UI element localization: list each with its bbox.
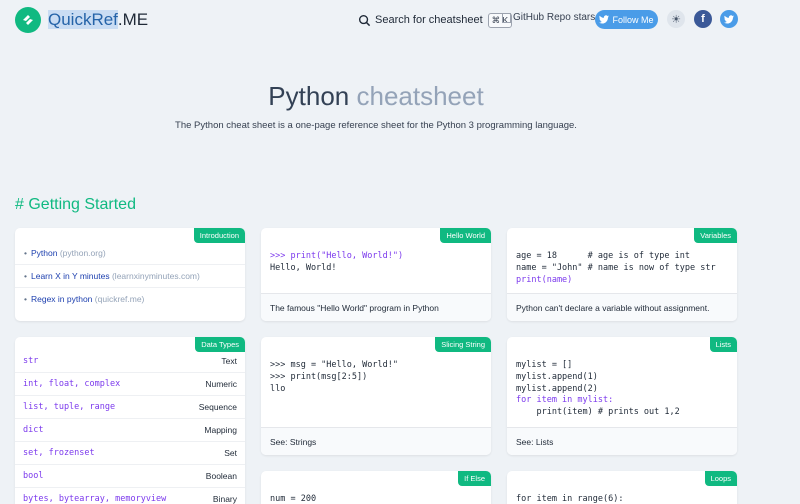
card-tag[interactable]: Variables <box>694 228 737 243</box>
card-footer[interactable]: See: Lists <box>507 427 737 455</box>
card-tag[interactable]: Introduction <box>193 228 245 243</box>
broken-image-icon <box>502 12 511 23</box>
card-tag[interactable]: If Else <box>458 471 491 486</box>
twitter-button[interactable] <box>720 10 738 28</box>
card-introduction: Introduction • Python (python.org) • Learn… <box>15 228 245 321</box>
table-row: bool Boolean <box>15 465 245 488</box>
table-row: int, float, complex Numeric <box>15 373 245 396</box>
sun-icon: ☀ <box>671 13 681 26</box>
link-python[interactable]: • Python (python.org) <box>15 242 245 265</box>
table-row: str Text <box>15 350 245 373</box>
brand-name-suffix: .ME <box>117 10 149 29</box>
card-tag[interactable]: Hello World <box>440 228 491 243</box>
github-stars-alt: GitHub Repo stars <box>513 12 596 23</box>
code-block: for item in range(6): <box>516 494 624 504</box>
top-header: QuickRef.ME Search for cheatsheet ⌘ K Gi… <box>0 0 800 40</box>
card-footer: Python can't declare a variable without … <box>507 293 737 321</box>
github-stars-badge[interactable]: GitHub Repo stars <box>502 12 595 23</box>
facebook-button[interactable]: f <box>694 10 712 28</box>
code-block: >>> print("Hello, World!") Hello, World! <box>270 251 404 273</box>
twitter-bird-icon <box>599 15 610 24</box>
card-footer[interactable]: See: Strings <box>261 427 491 455</box>
card-if-else: If Else num = 200 <box>261 471 491 504</box>
page-title: Python cheatsheet <box>0 81 752 112</box>
data-types-table: str Text int, float, complex Numeric list,… <box>15 350 245 504</box>
link-text: Python <box>30 248 58 258</box>
table-row: list, tuple, range Sequence <box>15 396 245 419</box>
page-title-main: Python <box>268 81 350 111</box>
card-tag[interactable]: Loops <box>704 471 737 486</box>
code-block: >>> msg = "Hello, World!" >>> print(msg[… <box>270 360 398 394</box>
card-hello-world: Hello World >>> print("Hello, World!") H… <box>261 228 491 321</box>
twitter-icon <box>724 14 734 24</box>
search-label: Search for cheatsheet <box>375 14 483 26</box>
search-button[interactable]: Search for cheatsheet ⌘ K <box>358 11 513 29</box>
section-title-getting-started[interactable]: # Getting Started <box>15 196 136 214</box>
card-tag[interactable]: Lists <box>709 337 737 352</box>
page-title-light: cheatsheet <box>356 81 484 111</box>
link-regex-python[interactable]: • Regex in python (quickref.me) <box>15 288 245 311</box>
table-row: bytes, bytearray, memoryview Binary <box>15 488 245 504</box>
link-hint: (quickref.me) <box>94 294 145 304</box>
card-loops: Loops for item in range(6): <box>507 471 737 504</box>
page-description: The Python cheat sheet is a one-page ref… <box>175 120 577 131</box>
link-hint: (learnxinyminutes.com) <box>111 271 200 281</box>
card-lists: Lists mylist = [] mylist.append(1) mylis… <box>507 337 737 455</box>
card-tag[interactable]: Slicing String <box>435 337 491 352</box>
card-variables: Variables age = 18 # age is of type int … <box>507 228 737 321</box>
follow-me-label: Follow Me <box>612 14 654 25</box>
link-learnxinyminutes[interactable]: • Learn X in Y minutes (learnxinyminutes.… <box>15 265 245 288</box>
link-text: Learn X in Y minutes <box>30 271 110 281</box>
follow-me-button[interactable]: Follow Me <box>595 10 658 29</box>
brand-name[interactable]: QuickRef.ME <box>48 10 148 30</box>
card-data-types: Data Types str Text int, float, complex Nu… <box>15 337 245 504</box>
theme-toggle-button[interactable]: ☀ <box>667 10 685 28</box>
code-block: num = 200 <box>270 494 317 504</box>
quickref-logo-icon[interactable] <box>15 7 41 33</box>
code-block: age = 18 # age is of type int name = "Jo… <box>516 251 716 285</box>
code-block: mylist = [] mylist.append(1) mylist.appe… <box>516 360 680 418</box>
brand-name-highlight: QuickRef <box>48 10 118 29</box>
link-text: Regex in python <box>30 294 93 304</box>
link-list: • Python (python.org) • Learn X in Y minut… <box>15 242 245 311</box>
card-slicing-string: Slicing String >>> msg = "Hello, World!"… <box>261 337 491 455</box>
table-row: set, frozenset Set <box>15 442 245 465</box>
table-row: dict Mapping <box>15 419 245 442</box>
card-footer: The famous "Hello World" program in Pyth… <box>261 293 491 321</box>
facebook-icon: f <box>701 13 705 25</box>
search-icon <box>358 14 371 26</box>
link-hint: (python.org) <box>59 248 106 258</box>
